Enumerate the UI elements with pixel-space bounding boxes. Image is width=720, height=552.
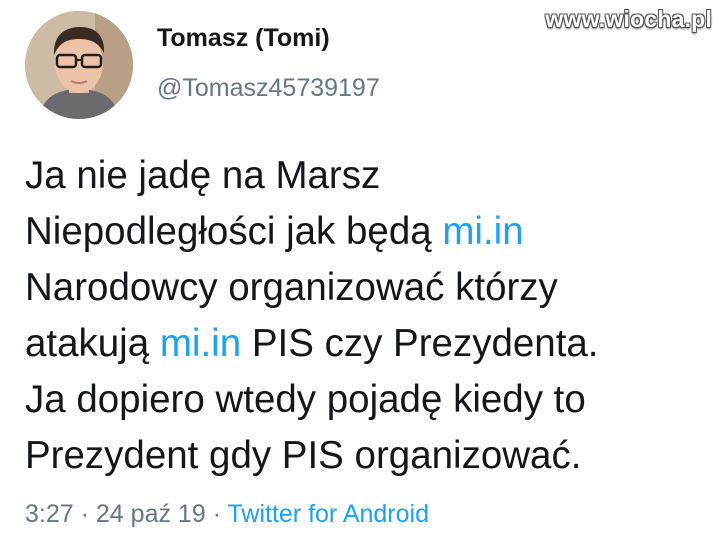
- tweet-line-text: Ja nie jadę na Marsz: [25, 154, 381, 197]
- tweet-line: Prezydent gdy PIS organizować.: [25, 428, 715, 484]
- tweet-time[interactable]: 3:27: [25, 500, 74, 528]
- author-display-name[interactable]: Tomasz (Tomi): [157, 24, 330, 53]
- mention-link[interactable]: mi.in: [442, 210, 523, 253]
- tweet-meta: 3:27 · 24 paź 19 · Twitter for Android: [25, 500, 429, 529]
- avatar-photo: [25, 11, 133, 119]
- tweet-line: Ja nie jadę na Marsz: [25, 148, 715, 204]
- tweet-date[interactable]: 24 paź 19: [96, 500, 206, 528]
- tweet-line: atakują mi.in PIS czy Prezydenta.: [25, 316, 715, 372]
- tweet-line: Narodowcy organizować którzy: [25, 260, 715, 316]
- meta-separator: ·: [80, 500, 89, 528]
- meta-separator: ·: [212, 500, 222, 528]
- tweet-line-text: Niepodległości jak będą: [25, 210, 443, 253]
- tweet-line: Niepodległości jak będą mi.in: [25, 204, 715, 260]
- tweet-source-link[interactable]: Twitter for Android: [228, 500, 429, 528]
- tweet-text: Ja nie jadę na Marsz Niepodległości jak …: [25, 148, 715, 484]
- tweet-line-text: atakują: [25, 322, 160, 365]
- watermark: www.wiocha.pl: [545, 6, 712, 32]
- tweet-line-text: Ja dopiero wtedy pojadę kiedy to: [25, 378, 586, 421]
- avatar[interactable]: [25, 11, 133, 119]
- mention-link[interactable]: mi.in: [160, 322, 241, 365]
- author-handle[interactable]: @Tomasz45739197: [157, 74, 380, 103]
- tweet-line-text: Prezydent gdy PIS organizować.: [25, 434, 582, 477]
- tweet-line-text: Narodowcy organizować którzy: [25, 266, 558, 309]
- tweet-line-text: PIS czy Prezydenta.: [241, 322, 599, 365]
- tweet-line: Ja dopiero wtedy pojadę kiedy to: [25, 372, 715, 428]
